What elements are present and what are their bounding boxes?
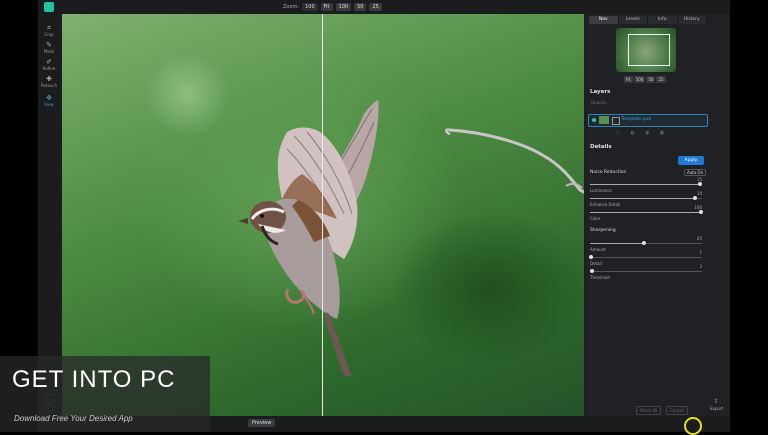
slider-fill — [590, 212, 701, 213]
layer-name: Template.psd — [621, 117, 652, 122]
threshold-slider[interactable]: Threshold 3 — [590, 264, 704, 283]
panel-footer: ⇪ Export Reset All Cancel — [586, 398, 730, 416]
slider-value: 3 — [699, 264, 702, 269]
slider-value: 1 — [699, 250, 702, 255]
navigator-zoom-buttons: Fit 100 50 25 — [624, 76, 666, 83]
zoom-50-button[interactable]: 50 — [354, 3, 367, 11]
watermark-subtitle: Download Free Your Desired App — [14, 414, 133, 423]
slider-fill — [590, 198, 696, 199]
export-icon[interactable]: ⇪ — [714, 398, 719, 405]
layer-row[interactable]: Template.psd — [588, 114, 708, 127]
slider-value: 45 — [696, 236, 702, 241]
watermark-title: GET INTO PC — [12, 366, 176, 393]
layer-thumbnail — [599, 116, 609, 124]
noise-reduction-title: Noise Reduction — [590, 170, 627, 175]
slider-knob[interactable] — [697, 182, 702, 186]
export-label[interactable]: Export — [710, 406, 723, 411]
zoom-25-button[interactable]: 25 — [369, 3, 382, 11]
slider-label: Threshold — [590, 275, 610, 280]
mask-layer-icon[interactable]: ◉ — [645, 130, 649, 136]
navigator-viewport-rect[interactable] — [628, 34, 670, 66]
slider-track[interactable] — [590, 241, 702, 245]
add-layer-icon[interactable]: ▢ — [616, 130, 621, 136]
auto-on-button[interactable]: Auto On — [684, 169, 707, 176]
slider-track[interactable] — [590, 269, 702, 273]
retouch-icon: ✚ — [46, 75, 52, 83]
slider-track[interactable] — [589, 255, 702, 259]
slider-fill — [590, 243, 644, 244]
layers-title: Layers — [590, 89, 611, 95]
layer-mask-icon[interactable] — [612, 117, 620, 125]
slider-knob[interactable] — [590, 269, 595, 273]
tab-levels[interactable]: Levels — [619, 16, 648, 24]
opacity-label: Opacity — [591, 100, 607, 105]
color-slider[interactable]: Color 100 — [590, 205, 704, 224]
tab-history[interactable]: History — [678, 16, 707, 24]
sharpening-title: Sharpening — [590, 228, 616, 233]
details-title: Details — [590, 144, 612, 150]
tab-info[interactable]: Info — [648, 16, 678, 24]
zoom-control: Zoom: 100 Fit 100 50 25 — [283, 3, 382, 11]
zoom-label: Zoom: — [283, 4, 300, 10]
top-bar: Zoom: 100 Fit 100 50 25 — [38, 0, 730, 14]
preview-button[interactable]: Preview — [248, 419, 276, 427]
slider-track[interactable] — [590, 182, 702, 186]
view-icon: ✥ — [46, 94, 52, 102]
right-panel: Nav Levels Info History Fit 100 50 25 La… — [586, 14, 730, 416]
nav-25-button[interactable]: 25 — [656, 76, 666, 83]
split-view-divider[interactable] — [322, 14, 323, 416]
reset-all-button[interactable]: Reset All — [636, 406, 662, 415]
nav-100-button[interactable]: 100 — [633, 76, 646, 83]
app-logo-icon — [44, 2, 54, 12]
tool-label: Crop — [44, 32, 54, 37]
navigator-thumbnail[interactable] — [616, 28, 676, 72]
zoom-100-button[interactable]: 100 — [335, 3, 352, 11]
tool-label: Retouch — [40, 83, 58, 88]
cancel-button[interactable]: Cancel — [666, 406, 688, 415]
tab-nav[interactable]: Nav — [589, 16, 619, 24]
tool-crop[interactable]: ⌗ Crop — [38, 24, 60, 37]
slider-knob[interactable] — [589, 255, 594, 259]
tool-mask[interactable]: ✎ Mask — [38, 41, 60, 54]
tool-label: Mask — [43, 49, 55, 54]
tool-label: View — [44, 102, 54, 107]
cursor-highlight — [684, 417, 702, 435]
nav-fit-button[interactable]: Fit — [624, 76, 633, 83]
apply-button[interactable]: Apply — [678, 156, 704, 165]
nav-50-button[interactable]: 50 — [646, 76, 656, 83]
crop-icon: ⌗ — [47, 24, 51, 32]
tool-refine[interactable]: ✐ Refine — [38, 58, 60, 71]
refine-icon: ✐ — [46, 58, 52, 66]
slider-knob[interactable] — [693, 196, 698, 200]
slider-label: Color — [590, 216, 601, 221]
delete-layer-icon[interactable]: ▣ — [659, 130, 664, 136]
duplicate-layer-icon[interactable]: ◐ — [631, 130, 635, 136]
slider-fill — [590, 184, 700, 185]
watermark: GET INTO PC Download Free Your Desired A… — [0, 356, 210, 432]
zoom-fit-button[interactable]: Fit — [320, 3, 333, 11]
layer-visibility-icon[interactable] — [592, 118, 596, 122]
layer-tools: ▢ ◐ ◉ ▣ — [616, 130, 664, 136]
mask-icon: ✎ — [46, 41, 52, 49]
slider-value: 10 — [696, 191, 702, 196]
slider-knob[interactable] — [698, 210, 703, 214]
slider-track[interactable] — [590, 196, 702, 200]
tool-retouch[interactable]: ✚ Retouch — [38, 75, 60, 88]
tool-view[interactable]: ✥ View — [38, 94, 60, 107]
panel-tabs: Nav Levels Info History — [589, 16, 707, 24]
tool-label: Refine — [42, 66, 56, 71]
slider-track[interactable] — [590, 210, 703, 214]
slider-knob[interactable] — [641, 241, 646, 245]
zoom-value-dropdown[interactable]: 100 — [302, 3, 318, 11]
